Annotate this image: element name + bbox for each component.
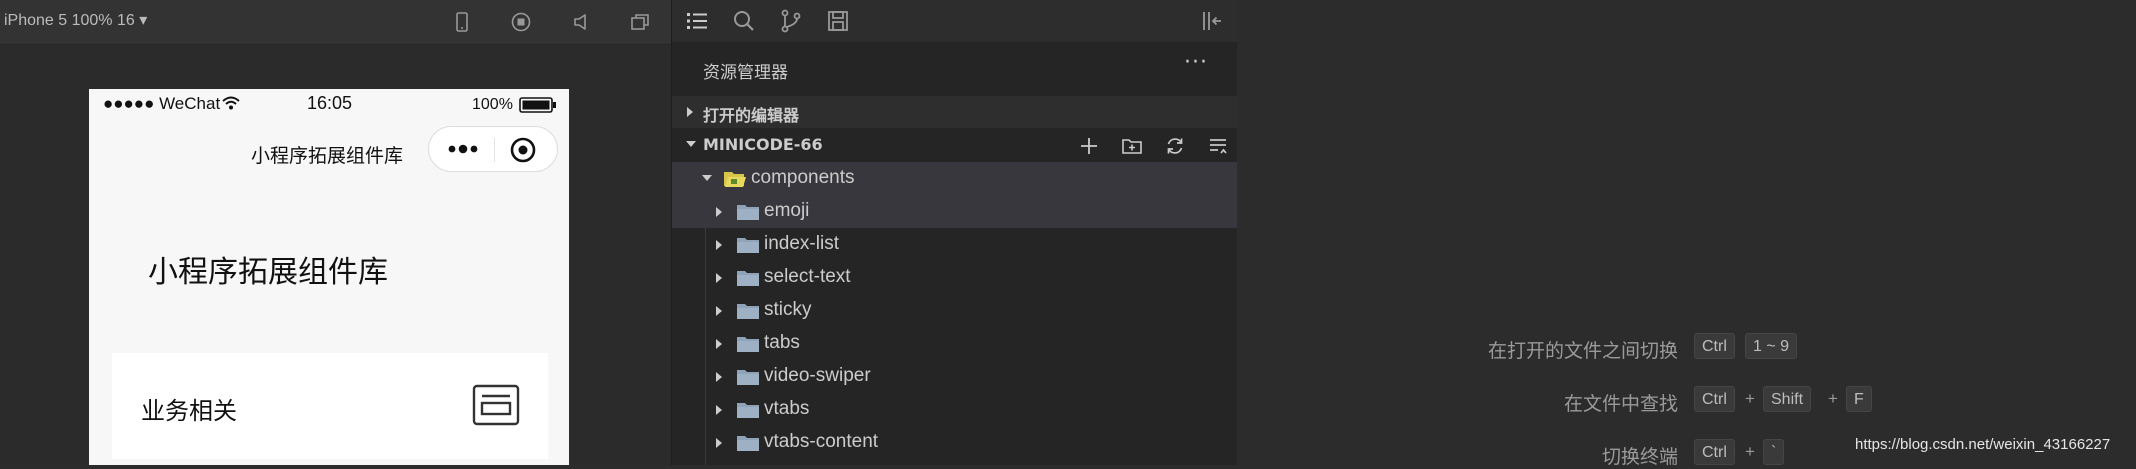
folder-icon bbox=[737, 370, 759, 385]
tree-item-label: components bbox=[751, 167, 855, 188]
caret-right-icon bbox=[687, 107, 693, 117]
caret-down-icon bbox=[702, 175, 712, 181]
capsule-menu bbox=[428, 126, 558, 172]
simulator-panel: iPhone 5 100% 16 ▾ ●●●●● WeChat 16:05 10… bbox=[0, 0, 671, 465]
tree-folder[interactable]: emoji bbox=[672, 195, 1237, 228]
caret-right-icon bbox=[716, 306, 722, 316]
multi-window-icon[interactable] bbox=[628, 10, 652, 34]
tree-item-label: sticky bbox=[764, 299, 812, 320]
key-cap: Ctrl bbox=[1694, 386, 1735, 412]
source-control-icon[interactable] bbox=[778, 8, 804, 34]
caret-right-icon bbox=[716, 372, 722, 382]
tree-item-label: video-swiper bbox=[764, 365, 871, 386]
folder-icon bbox=[737, 436, 759, 451]
folder-icon bbox=[737, 238, 759, 253]
new-folder-icon[interactable] bbox=[1121, 135, 1143, 157]
tree-item-label: emoji bbox=[764, 200, 810, 221]
folder-icon bbox=[737, 205, 759, 220]
more-icon[interactable] bbox=[443, 137, 483, 161]
tree-folder-root[interactable]: components bbox=[672, 162, 1237, 195]
stop-record-icon[interactable] bbox=[509, 10, 533, 34]
tree-folder[interactable]: tabs bbox=[672, 327, 1237, 360]
key-plus: + bbox=[1745, 442, 1755, 461]
watermark: https://blog.csdn.net/weixin_43166227 bbox=[1855, 436, 2111, 453]
battery-icon bbox=[519, 97, 556, 113]
tree-folder[interactable]: index-list bbox=[672, 228, 1237, 261]
tree-item-label: vtabs-content bbox=[764, 431, 879, 452]
explorer-more-button[interactable]: ··· bbox=[1184, 50, 1208, 75]
caret-down-icon bbox=[686, 141, 696, 147]
caret-right-icon bbox=[716, 240, 722, 250]
key-cap: Ctrl bbox=[1694, 333, 1735, 359]
caret-right-icon bbox=[716, 438, 722, 448]
status-time: 16:05 bbox=[307, 93, 353, 113]
collapse-all-icon[interactable] bbox=[1207, 135, 1229, 157]
folder-icon bbox=[737, 337, 759, 352]
caret-right-icon bbox=[716, 339, 722, 349]
tree-item-label: tabs bbox=[764, 332, 800, 353]
caret-right-icon bbox=[716, 405, 722, 415]
editor-welcome: 在打开的文件之间切换 Ctrl 1 ~ 9 在文件中查找 Ctrl + Shift + F 切换终… bbox=[1237, 0, 2136, 468]
explorer-list-icon[interactable] bbox=[684, 8, 710, 34]
device-select[interactable]: iPhone 5 100% 16 ▾ bbox=[4, 10, 147, 30]
phone-icon[interactable] bbox=[450, 10, 474, 34]
card-label: 业务相关 bbox=[141, 397, 237, 425]
project-label: MINICODE-66 bbox=[703, 135, 823, 154]
key-cap: Shift bbox=[1763, 386, 1812, 412]
tree-item-label: index-list bbox=[764, 233, 839, 254]
card-icon bbox=[472, 384, 520, 426]
page-title: 小程序拓展组件库 bbox=[148, 255, 388, 290]
phone-screen: ●●●●● WeChat 16:05 100% 小程序拓展组件库 小程序拓展组件… bbox=[89, 89, 569, 465]
key-cap: Ctrl bbox=[1694, 439, 1735, 465]
explorer-header: 资源管理器 ··· bbox=[672, 42, 1237, 94]
tree-folder[interactable]: vtabs-content bbox=[672, 426, 1237, 459]
key-cap: F bbox=[1846, 386, 1872, 412]
tree-folder[interactable]: select-text bbox=[672, 261, 1237, 294]
project-section[interactable]: MINICODE-66 bbox=[672, 129, 1237, 161]
key-cap: 1 ~ 9 bbox=[1745, 333, 1798, 359]
tree-folder[interactable]: sticky bbox=[672, 294, 1237, 327]
explorer-panel: 资源管理器 ··· 打开的编辑器 MINICODE-66 components e… bbox=[671, 0, 1238, 465]
shortcut-row: 在打开的文件之间切换 Ctrl 1 ~ 9 bbox=[1237, 333, 2136, 363]
capsule-divider bbox=[494, 138, 495, 162]
tree-folder[interactable]: video-swiper bbox=[672, 360, 1237, 393]
search-icon[interactable] bbox=[731, 8, 757, 34]
simulator-toolbar: iPhone 5 100% 16 ▾ bbox=[0, 0, 671, 45]
phone-status-bar: ●●●●● WeChat 16:05 100% bbox=[89, 89, 569, 119]
key-cap: ` bbox=[1763, 439, 1785, 465]
caret-right-icon bbox=[716, 207, 722, 217]
status-battery-text: 100% bbox=[472, 96, 513, 113]
shortcut-row: 在文件中查找 Ctrl + Shift + F bbox=[1237, 386, 2136, 416]
close-target-icon[interactable] bbox=[509, 136, 537, 164]
new-file-icon[interactable] bbox=[1078, 135, 1100, 157]
folder-icon bbox=[737, 304, 759, 319]
collapse-panel-icon[interactable] bbox=[1199, 8, 1225, 34]
folder-icon bbox=[737, 271, 759, 286]
category-card[interactable]: 业务相关 bbox=[112, 353, 548, 459]
refresh-icon[interactable] bbox=[1164, 135, 1186, 157]
save-icon[interactable] bbox=[825, 8, 851, 34]
key-plus: + bbox=[1745, 389, 1755, 408]
caret-right-icon bbox=[716, 273, 722, 283]
key-plus: + bbox=[1828, 389, 1838, 408]
folder-icon bbox=[737, 403, 759, 418]
wifi-icon bbox=[222, 96, 240, 110]
explorer-title: 资源管理器 bbox=[703, 63, 788, 83]
tree-item-label: select-text bbox=[764, 266, 851, 287]
tree-item-label: vtabs bbox=[764, 398, 810, 419]
folder-open-icon bbox=[724, 172, 746, 187]
shortcut-label: 在打开的文件之间切换 bbox=[1487, 340, 1678, 362]
open-editors-label: 打开的编辑器 bbox=[703, 106, 800, 125]
activity-bar bbox=[672, 0, 1237, 42]
open-editors-section[interactable]: 打开的编辑器 bbox=[672, 96, 1237, 128]
volume-icon[interactable] bbox=[570, 10, 594, 34]
status-carrier: ●●●●● WeChat bbox=[103, 94, 221, 113]
navbar-title: 小程序拓展组件库 bbox=[251, 145, 404, 167]
shortcut-label: 在文件中查找 bbox=[1563, 393, 1678, 415]
tree-folder[interactable]: vtabs bbox=[672, 393, 1237, 426]
